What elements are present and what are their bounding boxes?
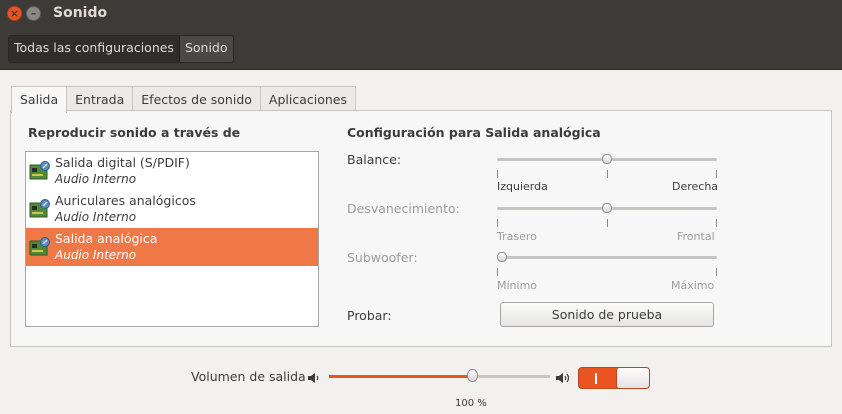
title-bar: × – Sonido <box>0 0 842 28</box>
test-sound-button[interactable]: Sonido de prueba <box>500 302 714 327</box>
tab-applications[interactable]: Aplicaciones <box>259 86 356 111</box>
slider-track <box>497 256 717 259</box>
breadcrumb-sound[interactable]: Sonido <box>179 36 233 62</box>
device-item-headphones[interactable]: Auriculares analógicos Audio Interno <box>26 190 318 228</box>
tab-output[interactable]: Salida <box>11 86 68 113</box>
balance-slider[interactable] <box>497 154 717 180</box>
device-subtitle: Audio Interno <box>55 172 137 186</box>
slider-tick <box>497 219 498 227</box>
volume-low-icon[interactable] <box>307 371 321 385</box>
slider-tick <box>716 219 717 227</box>
slider-tick <box>607 170 608 178</box>
device-name: Salida analógica <box>55 231 158 246</box>
volume-percent: 100 % <box>455 398 487 409</box>
volume-slider-fill <box>329 375 472 378</box>
slider-tick <box>716 268 717 276</box>
device-subtitle: Audio Interno <box>55 210 137 224</box>
fade-slider[interactable] <box>497 203 717 229</box>
window-title: Sonido <box>53 5 108 21</box>
minimize-icon: – <box>30 7 37 20</box>
balance-right-label: Derecha <box>672 180 719 193</box>
balance-label: Balance: <box>347 152 402 167</box>
fade-left-label: Trasero <box>497 230 537 243</box>
output-volume-label: Volumen de salida <box>191 369 306 384</box>
switch-thumb[interactable] <box>616 368 649 388</box>
fade-right-label: Frontal <box>677 230 715 243</box>
config-heading: Configuración para Salida analógica <box>347 125 601 140</box>
tab-bar: Salida Entrada Efectos de sonido Aplicac… <box>11 86 356 113</box>
volume-high-icon[interactable] <box>555 371 571 385</box>
device-name: Auriculares analógicos <box>55 193 196 208</box>
slider-tick <box>716 170 717 178</box>
slider-tick <box>497 268 498 276</box>
slider-knob[interactable] <box>602 203 612 213</box>
device-subtitle: Audio Interno <box>55 248 137 262</box>
output-device-list[interactable]: Salida digital (S/PDIF) Audio Interno Au… <box>25 151 319 327</box>
breadcrumb-all-settings[interactable]: Todas las configuraciones <box>9 36 180 62</box>
device-name: Salida digital (S/PDIF) <box>55 155 190 170</box>
toolbar: Todas las configuraciones Sonido <box>0 28 842 70</box>
device-item-analog-output[interactable]: Salida analógica Audio Interno <box>26 228 318 266</box>
sound-card-icon <box>29 161 50 180</box>
close-icon: × <box>9 7 20 20</box>
fade-label: Desvanecimiento: <box>347 201 460 216</box>
device-item-spdif[interactable]: Salida digital (S/PDIF) Audio Interno <box>26 152 318 190</box>
switch-on-indicator <box>595 373 597 384</box>
minimize-window-button[interactable]: – <box>26 6 41 21</box>
balance-left-label: Izquierda <box>497 180 548 193</box>
tab-sound-effects[interactable]: Efectos de sonido <box>132 86 261 111</box>
breadcrumb: Todas las configuraciones Sonido <box>8 35 234 63</box>
subwoofer-label: Subwoofer: <box>347 250 418 265</box>
volume-slider-knob[interactable] <box>466 369 478 382</box>
slider-tick <box>607 219 608 227</box>
subwoofer-min-label: Mínimo <box>497 279 538 292</box>
sound-card-icon <box>29 237 50 256</box>
slider-knob[interactable] <box>497 252 507 262</box>
subwoofer-max-label: Máximo <box>671 279 715 292</box>
test-label: Probar: <box>347 308 392 323</box>
mute-toggle-switch[interactable] <box>578 367 650 389</box>
subwoofer-slider[interactable] <box>497 252 717 278</box>
slider-tick <box>497 170 498 178</box>
sound-card-icon <box>29 199 50 218</box>
close-window-button[interactable]: × <box>7 6 22 21</box>
device-list-heading: Reproducir sonido a través de <box>28 125 241 140</box>
tab-input[interactable]: Entrada <box>66 86 134 111</box>
volume-slider[interactable] <box>329 375 550 378</box>
slider-knob[interactable] <box>602 154 612 164</box>
